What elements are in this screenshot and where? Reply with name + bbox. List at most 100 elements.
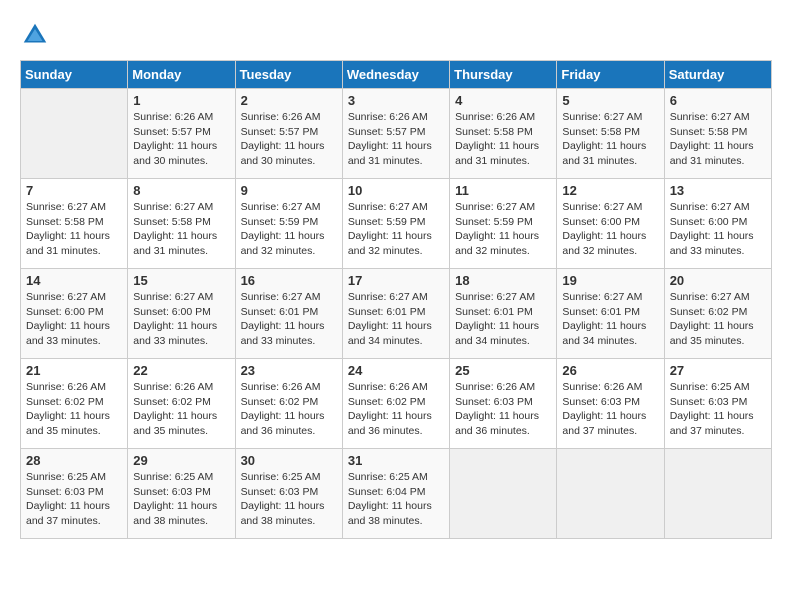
day-info: Sunrise: 6:27 AM Sunset: 5:58 PM Dayligh… — [562, 110, 658, 169]
day-number: 16 — [241, 273, 337, 288]
day-number: 31 — [348, 453, 444, 468]
day-number: 2 — [241, 93, 337, 108]
day-cell: 8 Sunrise: 6:27 AM Sunset: 5:58 PM Daylig… — [128, 179, 235, 269]
calendar-table: SundayMondayTuesdayWednesdayThursdayFrid… — [20, 60, 772, 539]
day-number: 29 — [133, 453, 229, 468]
day-info: Sunrise: 6:27 AM Sunset: 5:59 PM Dayligh… — [241, 200, 337, 259]
header-thursday: Thursday — [450, 61, 557, 89]
day-number: 20 — [670, 273, 766, 288]
day-info: Sunrise: 6:27 AM Sunset: 5:58 PM Dayligh… — [133, 200, 229, 259]
day-cell: 7 Sunrise: 6:27 AM Sunset: 5:58 PM Daylig… — [21, 179, 128, 269]
day-info: Sunrise: 6:25 AM Sunset: 6:04 PM Dayligh… — [348, 470, 444, 529]
day-info: Sunrise: 6:27 AM Sunset: 6:00 PM Dayligh… — [26, 290, 122, 349]
day-cell: 22 Sunrise: 6:26 AM Sunset: 6:02 PM Dayli… — [128, 359, 235, 449]
day-number: 1 — [133, 93, 229, 108]
day-number: 30 — [241, 453, 337, 468]
day-number: 27 — [670, 363, 766, 378]
day-cell: 15 Sunrise: 6:27 AM Sunset: 6:00 PM Dayli… — [128, 269, 235, 359]
week-row-5: 28 Sunrise: 6:25 AM Sunset: 6:03 PM Dayli… — [21, 449, 772, 539]
header-monday: Monday — [128, 61, 235, 89]
day-cell: 31 Sunrise: 6:25 AM Sunset: 6:04 PM Dayli… — [342, 449, 449, 539]
day-cell: 17 Sunrise: 6:27 AM Sunset: 6:01 PM Dayli… — [342, 269, 449, 359]
header-wednesday: Wednesday — [342, 61, 449, 89]
day-info: Sunrise: 6:26 AM Sunset: 6:02 PM Dayligh… — [133, 380, 229, 439]
day-number: 22 — [133, 363, 229, 378]
day-cell: 3 Sunrise: 6:26 AM Sunset: 5:57 PM Daylig… — [342, 89, 449, 179]
day-number: 21 — [26, 363, 122, 378]
week-row-3: 14 Sunrise: 6:27 AM Sunset: 6:00 PM Dayli… — [21, 269, 772, 359]
day-cell: 19 Sunrise: 6:27 AM Sunset: 6:01 PM Dayli… — [557, 269, 664, 359]
header-friday: Friday — [557, 61, 664, 89]
day-info: Sunrise: 6:27 AM Sunset: 6:01 PM Dayligh… — [455, 290, 551, 349]
day-info: Sunrise: 6:25 AM Sunset: 6:03 PM Dayligh… — [241, 470, 337, 529]
day-number: 15 — [133, 273, 229, 288]
day-number: 17 — [348, 273, 444, 288]
day-number: 12 — [562, 183, 658, 198]
day-number: 6 — [670, 93, 766, 108]
day-cell: 16 Sunrise: 6:27 AM Sunset: 6:01 PM Dayli… — [235, 269, 342, 359]
day-cell: 9Sunrise: 6:27 AM Sunset: 5:59 PM Daylig… — [235, 179, 342, 269]
day-cell: 21 Sunrise: 6:26 AM Sunset: 6:02 PM Dayli… — [21, 359, 128, 449]
day-cell: 26Sunrise: 6:26 AM Sunset: 6:03 PM Dayli… — [557, 359, 664, 449]
day-info: Sunrise: 6:26 AM Sunset: 6:02 PM Dayligh… — [241, 380, 337, 439]
calendar-header-row: SundayMondayTuesdayWednesdayThursdayFrid… — [21, 61, 772, 89]
day-cell: 25 Sunrise: 6:26 AM Sunset: 6:03 PM Dayli… — [450, 359, 557, 449]
day-cell: 28 Sunrise: 6:25 AM Sunset: 6:03 PM Dayli… — [21, 449, 128, 539]
day-info: Sunrise: 6:27 AM Sunset: 6:01 PM Dayligh… — [241, 290, 337, 349]
day-number: 11 — [455, 183, 551, 198]
day-cell: 6 Sunrise: 6:27 AM Sunset: 5:58 PM Daylig… — [664, 89, 771, 179]
day-cell: 30 Sunrise: 6:25 AM Sunset: 6:03 PM Dayli… — [235, 449, 342, 539]
header-tuesday: Tuesday — [235, 61, 342, 89]
day-cell: 23 Sunrise: 6:26 AM Sunset: 6:02 PM Dayli… — [235, 359, 342, 449]
day-cell: 12 Sunrise: 6:27 AM Sunset: 6:00 PM Dayli… — [557, 179, 664, 269]
day-info: Sunrise: 6:27 AM Sunset: 6:00 PM Dayligh… — [133, 290, 229, 349]
day-info: Sunrise: 6:25 AM Sunset: 6:03 PM Dayligh… — [26, 470, 122, 529]
day-cell: 20Sunrise: 6:27 AM Sunset: 6:02 PM Dayli… — [664, 269, 771, 359]
day-info: Sunrise: 6:27 AM Sunset: 6:01 PM Dayligh… — [562, 290, 658, 349]
day-number: 19 — [562, 273, 658, 288]
page-header — [20, 20, 772, 50]
day-number: 7 — [26, 183, 122, 198]
day-cell: 10 Sunrise: 6:27 AM Sunset: 5:59 PM Dayli… — [342, 179, 449, 269]
week-row-2: 7 Sunrise: 6:27 AM Sunset: 5:58 PM Daylig… — [21, 179, 772, 269]
day-cell — [557, 449, 664, 539]
day-info: Sunrise: 6:27 AM Sunset: 5:58 PM Dayligh… — [26, 200, 122, 259]
day-info: Sunrise: 6:26 AM Sunset: 5:57 PM Dayligh… — [348, 110, 444, 169]
day-number: 8 — [133, 183, 229, 198]
day-cell — [664, 449, 771, 539]
day-number: 24 — [348, 363, 444, 378]
day-cell: 29Sunrise: 6:25 AM Sunset: 6:03 PM Dayli… — [128, 449, 235, 539]
day-cell: 14 Sunrise: 6:27 AM Sunset: 6:00 PM Dayli… — [21, 269, 128, 359]
day-info: Sunrise: 6:27 AM Sunset: 5:59 PM Dayligh… — [348, 200, 444, 259]
day-info: Sunrise: 6:26 AM Sunset: 6:03 PM Dayligh… — [562, 380, 658, 439]
day-info: Sunrise: 6:26 AM Sunset: 6:02 PM Dayligh… — [348, 380, 444, 439]
day-number: 14 — [26, 273, 122, 288]
day-cell: 5Sunrise: 6:27 AM Sunset: 5:58 PM Daylig… — [557, 89, 664, 179]
day-info: Sunrise: 6:27 AM Sunset: 6:01 PM Dayligh… — [348, 290, 444, 349]
day-number: 18 — [455, 273, 551, 288]
logo — [20, 20, 52, 50]
day-number: 10 — [348, 183, 444, 198]
day-cell: 2Sunrise: 6:26 AM Sunset: 5:57 PM Daylig… — [235, 89, 342, 179]
day-info: Sunrise: 6:26 AM Sunset: 5:58 PM Dayligh… — [455, 110, 551, 169]
day-number: 3 — [348, 93, 444, 108]
day-cell: 18 Sunrise: 6:27 AM Sunset: 6:01 PM Dayli… — [450, 269, 557, 359]
day-number: 4 — [455, 93, 551, 108]
day-info: Sunrise: 6:27 AM Sunset: 6:00 PM Dayligh… — [670, 200, 766, 259]
day-number: 25 — [455, 363, 551, 378]
day-info: Sunrise: 6:27 AM Sunset: 5:58 PM Dayligh… — [670, 110, 766, 169]
day-cell — [450, 449, 557, 539]
logo-icon — [20, 20, 50, 50]
day-number: 28 — [26, 453, 122, 468]
day-cell: 27Sunrise: 6:25 AM Sunset: 6:03 PM Dayli… — [664, 359, 771, 449]
day-cell: 11Sunrise: 6:27 AM Sunset: 5:59 PM Dayli… — [450, 179, 557, 269]
day-info: Sunrise: 6:26 AM Sunset: 6:03 PM Dayligh… — [455, 380, 551, 439]
day-info: Sunrise: 6:26 AM Sunset: 6:02 PM Dayligh… — [26, 380, 122, 439]
day-cell: 13Sunrise: 6:27 AM Sunset: 6:00 PM Dayli… — [664, 179, 771, 269]
week-row-1: 1 Sunrise: 6:26 AM Sunset: 5:57 PM Daylig… — [21, 89, 772, 179]
day-info: Sunrise: 6:26 AM Sunset: 5:57 PM Dayligh… — [133, 110, 229, 169]
day-number: 23 — [241, 363, 337, 378]
header-saturday: Saturday — [664, 61, 771, 89]
week-row-4: 21 Sunrise: 6:26 AM Sunset: 6:02 PM Dayli… — [21, 359, 772, 449]
day-info: Sunrise: 6:27 AM Sunset: 6:00 PM Dayligh… — [562, 200, 658, 259]
